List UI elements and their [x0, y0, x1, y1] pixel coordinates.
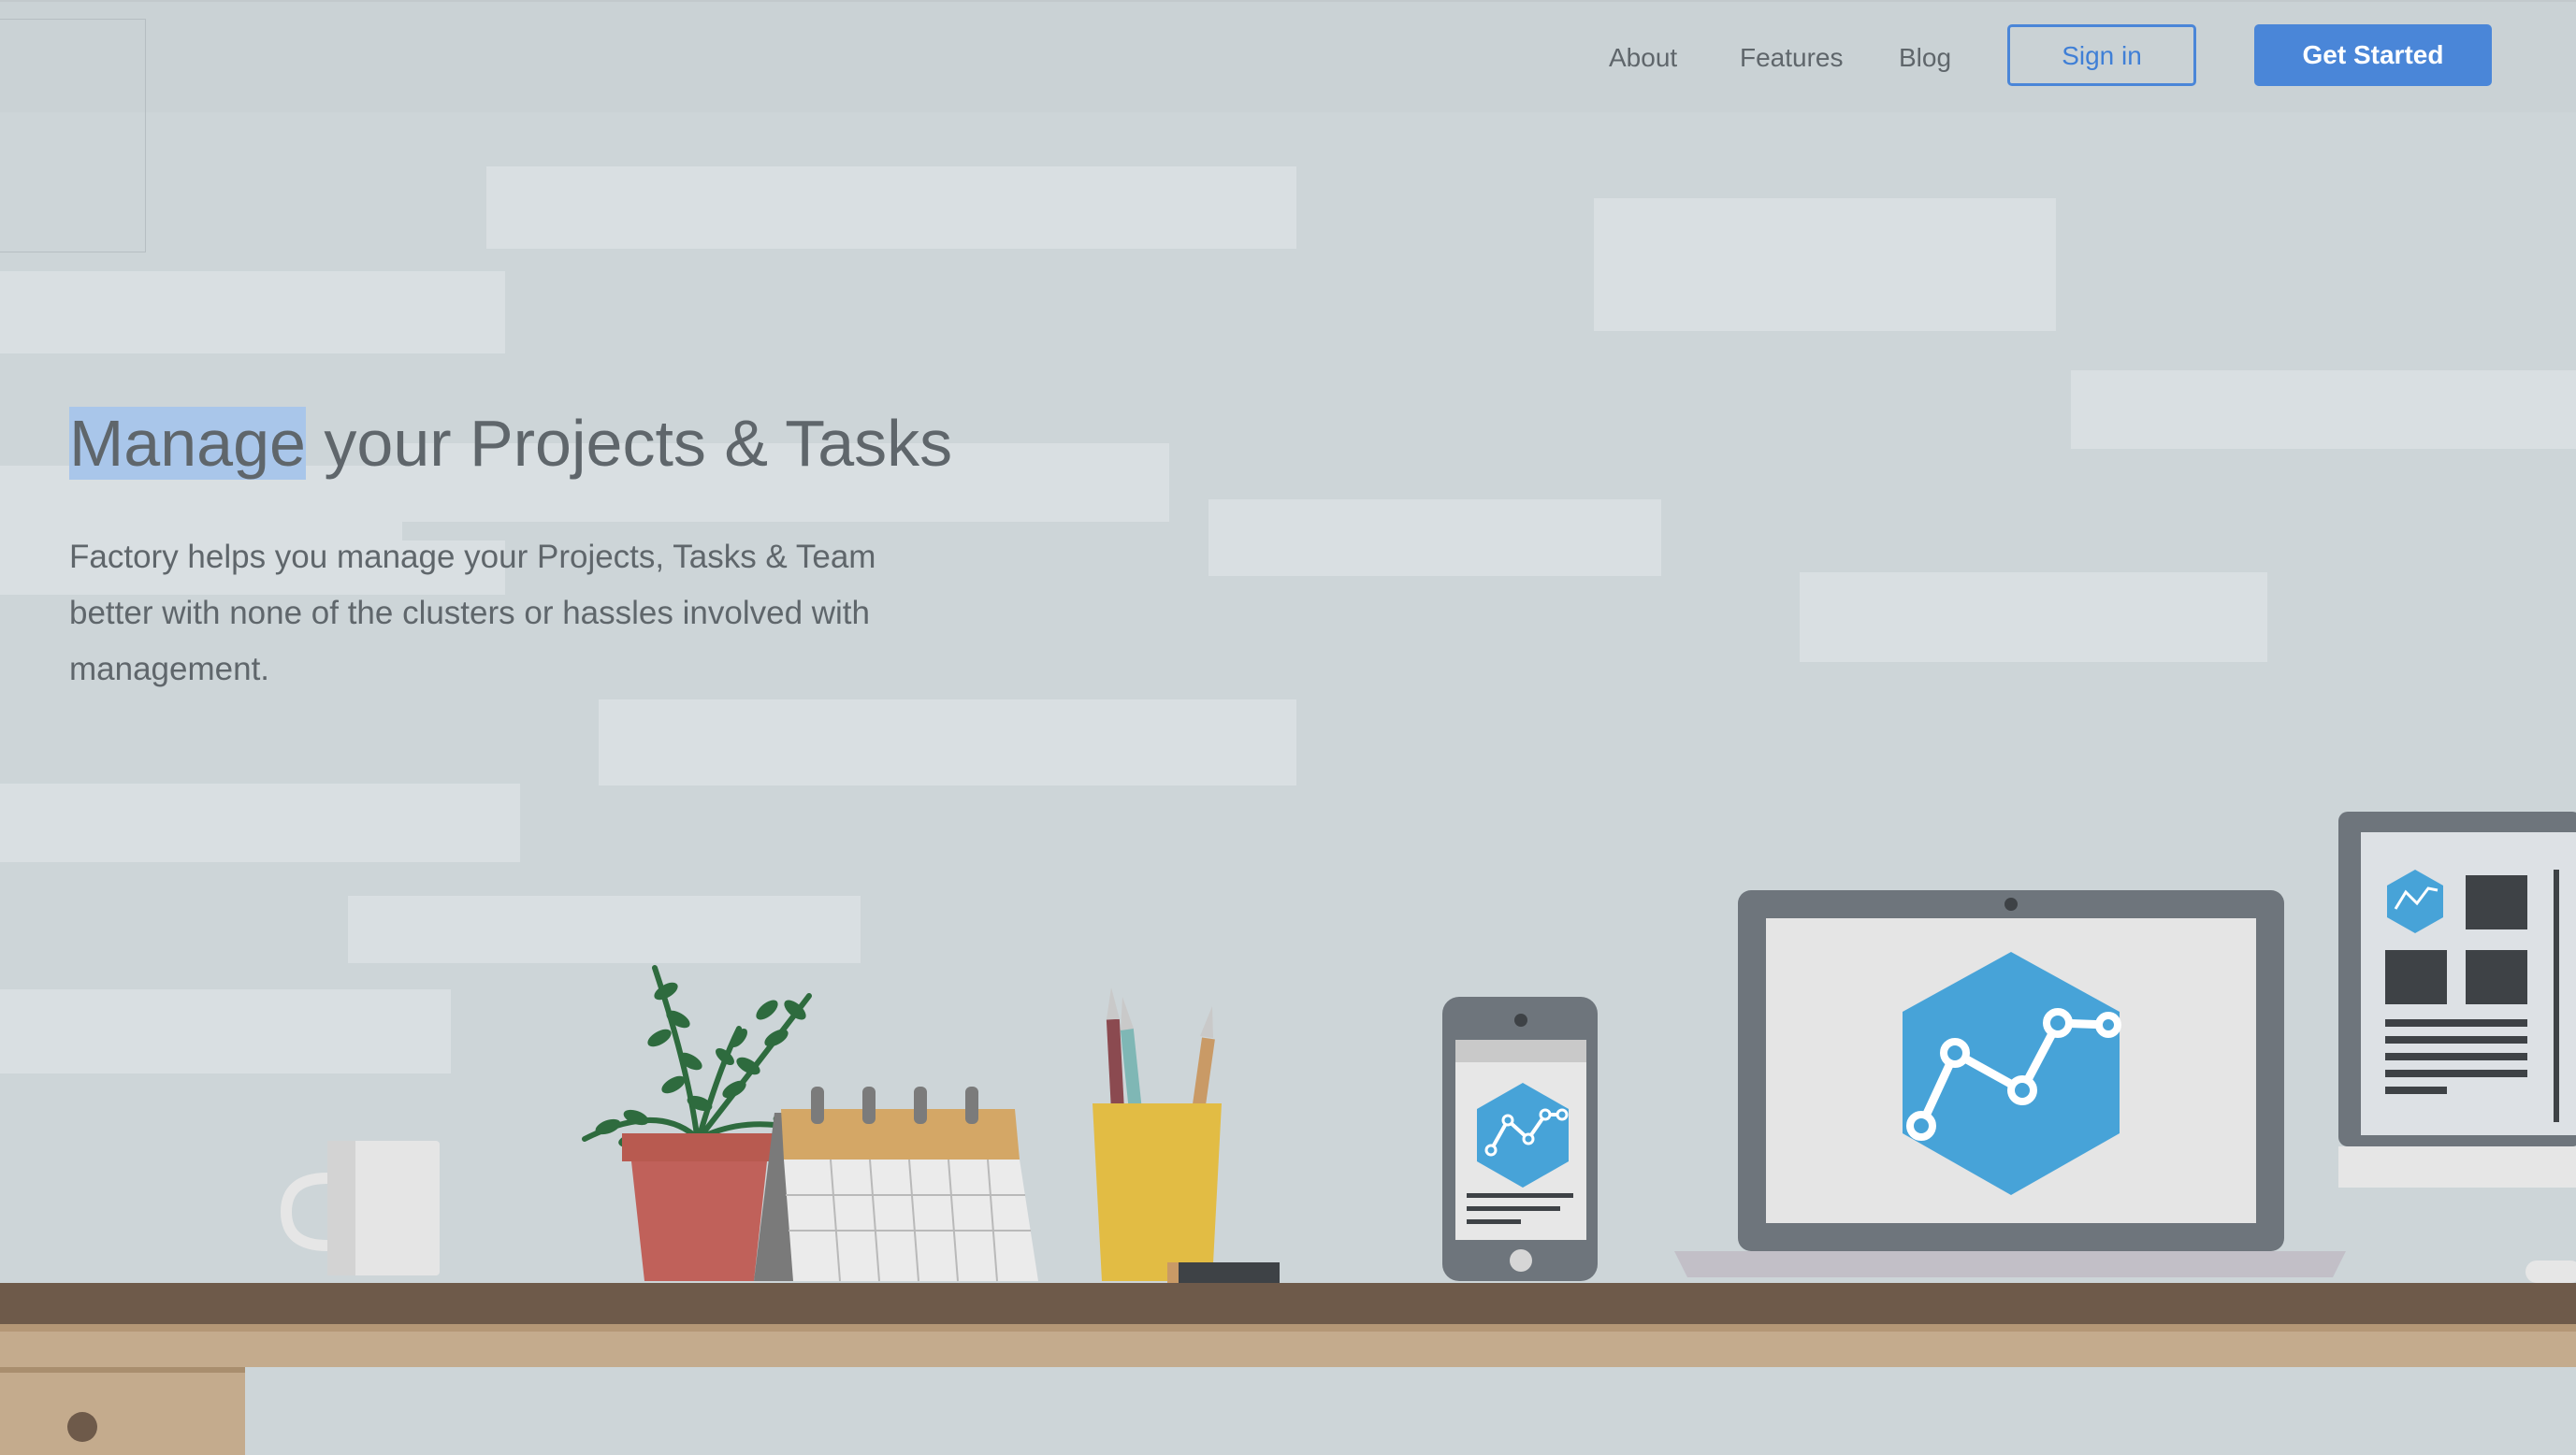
desktop-monitor — [2338, 812, 2576, 1283]
desk-illustration — [0, 812, 2576, 1455]
desk-calendar — [754, 1087, 1038, 1282]
desk — [0, 1283, 2576, 1455]
drawer-knob — [67, 1412, 97, 1442]
laptop — [1674, 890, 2346, 1277]
smartphone — [1442, 997, 1598, 1281]
pencil-cup — [1093, 987, 1222, 1281]
desk-box — [1167, 1262, 1280, 1283]
coffee-mug — [280, 1141, 440, 1275]
